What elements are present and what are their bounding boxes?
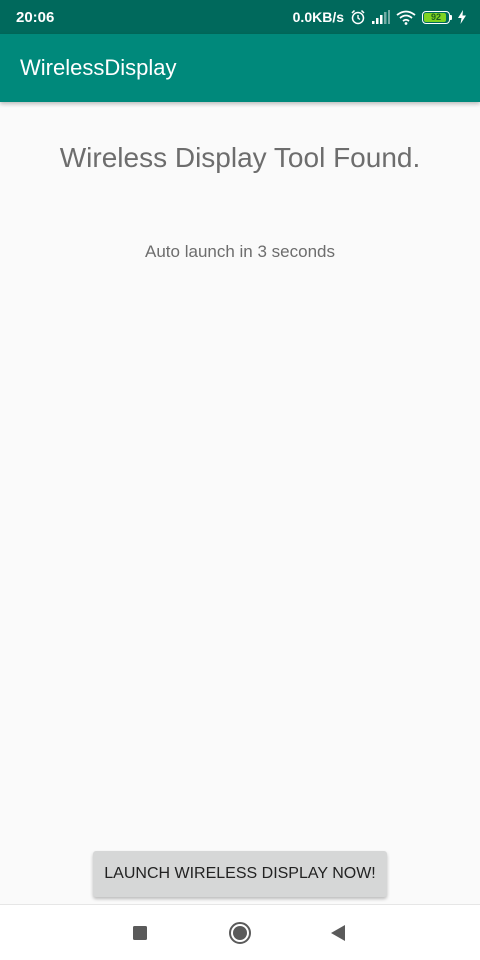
screen: 20:06 0.0KB/s 92 WirelessDisplay Wireles… [0, 0, 480, 960]
status-time: 20:06 [16, 8, 55, 26]
wifi-icon [396, 10, 416, 25]
recent-apps-button[interactable] [126, 919, 154, 947]
launch-wireless-display-button[interactable]: LAUNCH WIRELESS DISPLAY NOW! [93, 851, 387, 897]
alarm-icon [350, 9, 366, 25]
battery-level: 92 [430, 11, 441, 22]
network-speed: 0.0KB/s [292, 9, 344, 25]
status-bar: 20:06 0.0KB/s 92 [0, 0, 480, 34]
charging-icon [458, 10, 466, 24]
status-icons: 0.0KB/s 92 [293, 9, 466, 25]
headline: Wireless Display Tool Found. [59, 142, 421, 173]
battery-cap [450, 14, 452, 20]
nav-bar [0, 904, 480, 960]
auto-launch-text: Auto launch in 3 seconds [145, 242, 335, 261]
back-button[interactable] [324, 919, 352, 947]
home-button[interactable] [226, 919, 254, 947]
app-title: WirelessDisplay [20, 55, 177, 80]
battery-icon: 92 [422, 10, 452, 24]
home-icon [229, 922, 251, 944]
signal-icon [372, 10, 390, 24]
recent-apps-icon [133, 926, 147, 940]
back-icon [331, 925, 345, 941]
app-bar: WirelessDisplay [0, 34, 480, 102]
battery-body: 92 [422, 10, 450, 24]
